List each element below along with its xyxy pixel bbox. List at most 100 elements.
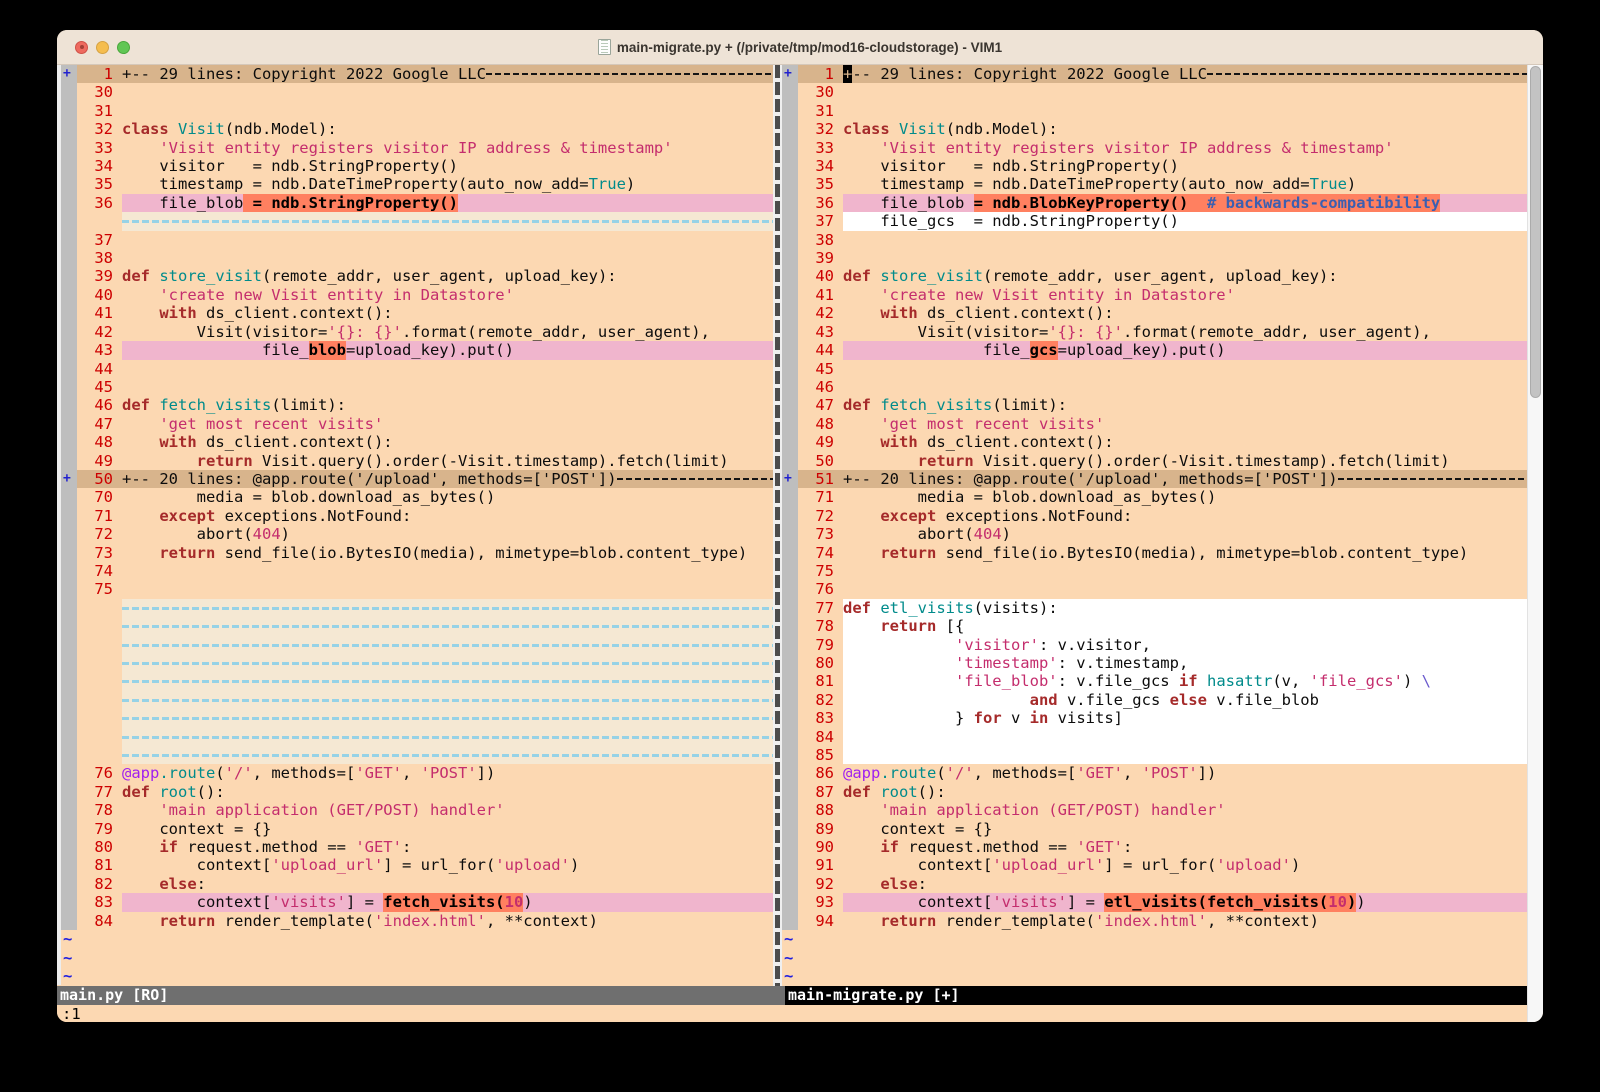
line-number xyxy=(77,691,122,709)
code-segment: 'Visit entity registers visitor IP addre… xyxy=(159,139,672,157)
line-number: 81 xyxy=(798,672,843,690)
scrollbar-thumb[interactable] xyxy=(1530,66,1541,398)
fold-column xyxy=(782,360,798,378)
line-number: 73 xyxy=(798,525,843,543)
command-line[interactable]: :1 xyxy=(57,1005,1527,1023)
code-line: 78 return [{ xyxy=(782,617,1527,635)
line-text: @app.route('/', methods=['GET', 'POST']) xyxy=(122,764,773,782)
minimize-button[interactable] xyxy=(96,41,109,54)
line-number: 45 xyxy=(77,378,122,396)
fold-column xyxy=(61,452,77,470)
code-segment: ) xyxy=(570,856,579,874)
fold-column xyxy=(61,102,77,120)
code-line: 37 file_gcs = ndb.StringProperty() xyxy=(782,212,1527,230)
code-segment: return xyxy=(197,452,253,470)
code-line: 48 with ds_client.context(): xyxy=(57,433,773,451)
code-line: 42 Visit(visitor='{}: {}'.format(remote_… xyxy=(57,323,773,341)
code-segment: Visit xyxy=(178,120,225,138)
code-segment: media = blob.download_as_bytes() xyxy=(122,488,495,506)
deleted-line-dashes xyxy=(122,746,773,764)
fold-column xyxy=(61,764,77,782)
document-icon xyxy=(598,39,611,55)
line-number: 73 xyxy=(77,544,122,562)
code-segment: timestamp = ndb.DateTimeProperty(auto_no… xyxy=(843,175,1310,193)
code-line: 75 xyxy=(57,580,773,598)
fold-line[interactable]: +51+-- 20 lines: @app.route('/upload', m… xyxy=(782,470,1527,488)
code-segment: True xyxy=(589,175,626,193)
code-segment xyxy=(843,415,880,433)
line-number: 91 xyxy=(798,856,843,874)
code-segment: and xyxy=(1030,691,1058,709)
line-text xyxy=(122,83,773,101)
code-segment: 'main application (GET/POST) handler' xyxy=(159,801,504,819)
vim-pane-left[interactable]: +1+-- 29 lines: Copyright 2022 Google LL… xyxy=(57,65,773,986)
line-text: +-- 20 lines: @app.route('/upload', meth… xyxy=(843,470,1527,488)
diff-filler-line xyxy=(57,617,773,635)
line-text: 'timestamp': v.timestamp, xyxy=(843,654,1527,672)
code-segment: context[ xyxy=(843,893,992,911)
close-button[interactable] xyxy=(75,41,88,54)
code-segment: file_ xyxy=(122,341,309,359)
line-number: 79 xyxy=(798,636,843,654)
code-segment: root xyxy=(159,783,196,801)
line-text: 'Visit entity registers visitor IP addre… xyxy=(122,139,773,157)
line-text xyxy=(843,728,1527,746)
line-text xyxy=(843,249,1527,267)
code-segment: 'GET' xyxy=(355,838,402,856)
code-segment: ] = url_for( xyxy=(383,856,495,874)
code-line: 34 visitor = ndb.StringProperty() xyxy=(57,157,773,175)
fold-line[interactable]: +1+-- 29 lines: Copyright 2022 Google LL… xyxy=(782,65,1527,83)
line-number xyxy=(77,636,122,654)
fold-column xyxy=(782,120,798,138)
fold-marker[interactable]: + xyxy=(61,470,77,488)
line-number: 84 xyxy=(798,728,843,746)
code-segment: ) xyxy=(1403,672,1422,690)
fold-column xyxy=(61,488,77,506)
code-line: 37 xyxy=(57,231,773,249)
fold-line[interactable]: +1+-- 29 lines: Copyright 2022 Google LL… xyxy=(57,65,773,83)
code-line: 77def root(): xyxy=(57,783,773,801)
fold-column xyxy=(61,875,77,893)
code-line: 75 xyxy=(782,562,1527,580)
code-segment: Visit xyxy=(899,120,946,138)
code-segment: ) xyxy=(1291,856,1300,874)
deleted-line-dashes xyxy=(122,617,773,635)
code-segment xyxy=(843,544,880,562)
code-segment: : xyxy=(197,875,206,893)
fold-line[interactable]: +50+-- 20 lines: @app.route('/upload', m… xyxy=(57,470,773,488)
nontext-tilde: ~ xyxy=(782,930,793,948)
line-text: def store_visit(remote_addr, user_agent,… xyxy=(843,267,1527,285)
fold-column xyxy=(782,286,798,304)
line-text: context['visits'] = etl_visits(fetch_vis… xyxy=(843,893,1527,911)
title-bar[interactable]: main-migrate.py + (/private/tmp/mod16-cl… xyxy=(57,30,1543,65)
line-number xyxy=(77,599,122,617)
line-text: visitor = ndb.StringProperty() xyxy=(122,157,773,175)
fold-column xyxy=(782,175,798,193)
code-line: 88 'main application (GET/POST) handler' xyxy=(782,801,1527,819)
fold-column xyxy=(61,249,77,267)
fold-marker[interactable]: + xyxy=(782,470,798,488)
code-segment xyxy=(843,286,880,304)
pane-separator[interactable] xyxy=(773,65,782,986)
scrollbar[interactable] xyxy=(1527,65,1543,1022)
empty-buffer-line: ~ xyxy=(57,930,773,948)
code-segment: ]) xyxy=(477,764,496,782)
empty-buffer-line: ~ xyxy=(57,967,773,985)
fold-marker[interactable]: + xyxy=(782,65,798,83)
fold-marker[interactable]: + xyxy=(61,65,77,83)
line-text: if request.method == 'GET': xyxy=(843,838,1527,856)
code-segment: file_blob xyxy=(122,194,243,212)
code-segment: ) xyxy=(1002,525,1011,543)
code-segment: Visit(visitor= xyxy=(122,323,327,341)
line-text: @app.route('/', methods=['GET', 'POST']) xyxy=(843,764,1527,782)
code-segment xyxy=(150,783,159,801)
zoom-button[interactable] xyxy=(117,41,130,54)
code-segment: media = blob.download_as_bytes() xyxy=(843,488,1216,506)
line-number: 85 xyxy=(798,746,843,764)
nontext-tilde: ~ xyxy=(61,930,72,948)
line-number xyxy=(77,709,122,727)
fold-column xyxy=(61,323,77,341)
fold-column xyxy=(61,820,77,838)
vim-pane-right[interactable]: +1+-- 29 lines: Copyright 2022 Google LL… xyxy=(782,65,1527,986)
line-text: 'get most recent visits' xyxy=(122,415,773,433)
